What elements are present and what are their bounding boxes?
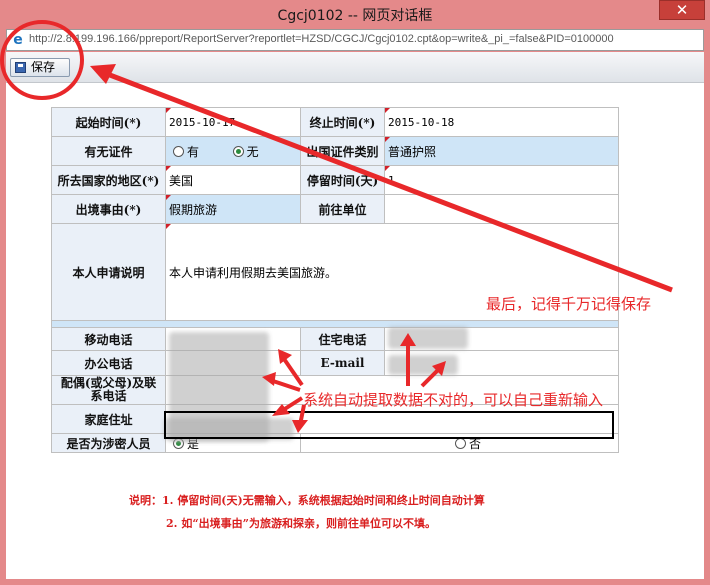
cert-type-field[interactable]: 普通护照 xyxy=(384,136,619,166)
dialog-content: 保存 起始时间(*) 2015-10-17 终止时间(*) 2015-10-18… xyxy=(6,52,704,579)
window-title: Cgcj0102 -- 网页对话框 xyxy=(277,8,433,24)
required-marker xyxy=(166,224,171,229)
country-field[interactable]: 美国 xyxy=(165,165,301,195)
start-time-value: 2015-10-17 xyxy=(169,115,236,129)
has-cert-no-radio[interactable] xyxy=(232,145,244,157)
has-cert-yes-radio[interactable] xyxy=(173,145,184,157)
end-time-label: 终止时间(*) xyxy=(300,107,385,137)
end-time-field[interactable]: 2015-10-18 xyxy=(384,107,619,137)
start-time-label: 起始时间(*) xyxy=(51,107,166,137)
email-label: E-mail xyxy=(300,350,385,376)
redacted-home-phone xyxy=(388,327,468,349)
ie-icon: e xyxy=(13,32,23,48)
secret-no-field: 否 xyxy=(300,433,619,453)
form-row-office: 办公电话 E-mail xyxy=(51,350,619,376)
report-toolbar: 保存 xyxy=(6,52,704,83)
secret-no-radio[interactable] xyxy=(455,437,466,449)
reason-value: 假期旅游 xyxy=(169,202,218,217)
country-label: 所去国家的地区(*) xyxy=(51,165,166,195)
statement-value: 本人申请利用假期去美国旅游。 xyxy=(169,265,338,280)
mobile-label: 移动电话 xyxy=(51,327,166,351)
spouse-label-line1: 配偶(或父母)及联 xyxy=(60,376,157,390)
secret-label: 是否为涉密人员 xyxy=(51,433,166,453)
address-bar[interactable]: e http://2.8.199.196.166/ppreport/Report… xyxy=(6,29,704,51)
form-row-mobile: 移动电话 住宅电话 xyxy=(51,327,619,351)
required-marker xyxy=(166,166,171,171)
redacted-address xyxy=(164,418,294,440)
cert-type-value: 普通护照 xyxy=(388,144,437,159)
annotation-save-reminder: 最后，记得千万记得保存 xyxy=(486,295,652,313)
office-phone-label: 办公电话 xyxy=(51,350,166,376)
form-row-country: 所去国家的地区(*) 美国 停留时间(天) 1 xyxy=(51,165,619,195)
required-marker xyxy=(385,166,390,171)
required-marker xyxy=(385,108,390,113)
country-value: 美国 xyxy=(169,173,194,188)
form-row-reason: 出境事由(*) 假期旅游 前往单位 xyxy=(51,194,619,224)
required-marker xyxy=(166,195,171,200)
secret-no-label: 否 xyxy=(469,436,482,451)
required-marker xyxy=(385,137,390,142)
has-cert-label: 有无证件 xyxy=(51,136,166,166)
home-phone-label: 住宅电话 xyxy=(300,327,385,351)
stay-field: 1 xyxy=(384,165,619,195)
address-url: http://2.8.199.196.166/ppreport/ReportSe… xyxy=(29,33,614,45)
stay-label: 停留时间(天) xyxy=(300,165,385,195)
end-time-value: 2015-10-18 xyxy=(388,115,455,129)
has-cert-field: 有 无 xyxy=(165,136,301,166)
note-line1: 说明：1. 停留时间(天)无需输入，系统根据起始时间和终止时间自动计算 xyxy=(129,494,485,507)
start-time-field[interactable]: 2015-10-17 xyxy=(165,107,301,137)
dest-unit-label: 前往单位 xyxy=(300,194,385,224)
cert-type-label: 出国证件类别 xyxy=(300,136,385,166)
save-button-label: 保存 xyxy=(31,60,56,74)
statement-label: 本人申请说明 xyxy=(51,223,166,321)
stay-value: 1 xyxy=(388,173,395,187)
redacted-email xyxy=(388,355,458,375)
save-disk-icon xyxy=(15,62,26,73)
required-marker xyxy=(166,108,171,113)
form-separator xyxy=(51,320,619,328)
window-title-bar: Cgcj0102 -- 网页对话框 ✕ xyxy=(0,0,710,28)
reason-field[interactable]: 假期旅游 xyxy=(165,194,301,224)
has-cert-yes-label: 有 xyxy=(187,144,200,159)
spouse-label-line2: 系电话 xyxy=(90,389,127,403)
note-line2: 2. 如“出境事由”为旅游和探亲，则前往单位可以不填。 xyxy=(166,517,436,530)
save-button[interactable]: 保存 xyxy=(10,58,70,77)
address-label: 家庭住址 xyxy=(51,404,166,434)
close-button[interactable]: ✕ xyxy=(659,0,705,20)
spouse-phone-label: 配偶(或父母)及联 系电话 xyxy=(51,375,166,405)
form-row-cert: 有无证件 有 无 出国证件类别 普通护照 xyxy=(51,136,619,166)
reason-label: 出境事由(*) xyxy=(51,194,166,224)
dest-unit-field[interactable] xyxy=(384,194,619,224)
annotation-auto-fill: 系统自动提取数据不对的，可以自己重新输入 xyxy=(303,391,604,409)
form-row-secret: 是否为涉密人员 是 否 xyxy=(51,433,619,453)
form-row-dates: 起始时间(*) 2015-10-17 终止时间(*) 2015-10-18 xyxy=(51,107,619,137)
has-cert-no-label: 无 xyxy=(246,144,259,159)
